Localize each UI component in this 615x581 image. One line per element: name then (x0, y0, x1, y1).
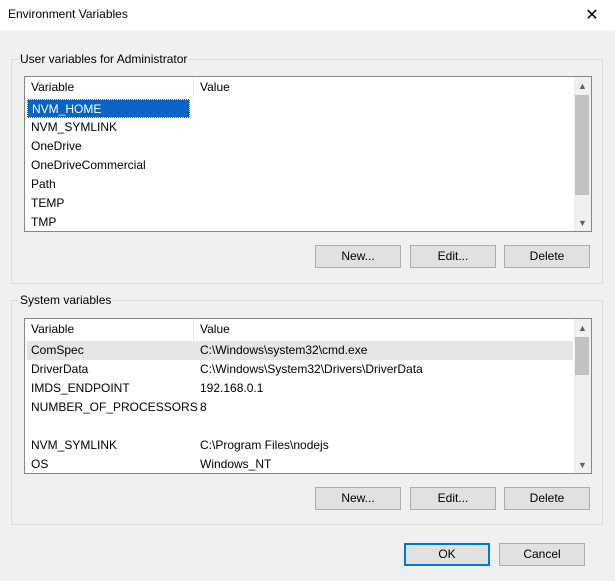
variable-value (196, 417, 573, 436)
list-row-nvm-home[interactable]: NVM_HOME (27, 99, 573, 118)
list-row-imds-endpoint[interactable]: IMDS_ENDPOINT 192.168.0.1 (27, 379, 573, 398)
variable-name: NVM_HOME (27, 99, 190, 118)
list-row-temp[interactable]: TEMP (27, 194, 573, 213)
user-delete-button[interactable]: Delete (504, 245, 590, 268)
column-header-value[interactable]: Value (194, 319, 573, 341)
scroll-up-arrow-icon[interactable]: ▲ (574, 77, 591, 94)
variable-value: Windows_NT (200, 457, 272, 471)
list-row-comspec[interactable]: ComSpec C:\Windows\system32\cmd.exe (27, 341, 573, 360)
list-row-number-of-processors[interactable]: NUMBER_OF_PROCESSORS 8 (27, 398, 573, 417)
column-header-variable[interactable]: Variable (25, 319, 194, 341)
list-row-nvm-symlink[interactable]: NVM_SYMLINK C:\Program Files\nodejs (27, 436, 573, 455)
variable-name: ComSpec (31, 343, 84, 357)
system-list-rows: ComSpec C:\Windows\system32\cmd.exe Driv… (27, 341, 573, 473)
system-list-header: Variable Value (25, 319, 573, 341)
title-bar: Environment Variables ✕ (0, 0, 615, 30)
variable-name (27, 417, 190, 436)
system-edit-button[interactable]: Edit... (410, 487, 496, 510)
user-variables-label: User variables for Administrator (18, 52, 190, 66)
variable-name: NUMBER_OF_PROCESSORS (31, 400, 198, 414)
variable-name: OS (31, 457, 49, 471)
scroll-thumb[interactable] (575, 337, 589, 375)
system-delete-button[interactable]: Delete (504, 487, 590, 510)
scroll-up-arrow-icon[interactable]: ▲ (574, 319, 591, 336)
column-header-variable[interactable]: Variable (25, 77, 194, 99)
variable-name: TMP (31, 215, 57, 229)
window-title: Environment Variables (8, 7, 128, 21)
list-row-driverdata[interactable]: DriverData C:\Windows\System32\Drivers\D… (27, 360, 573, 379)
list-row-path[interactable]: Path (27, 175, 573, 194)
user-new-button[interactable]: New... (315, 245, 401, 268)
system-list-scrollbar[interactable]: ▲ ▼ (574, 319, 591, 473)
list-row-nvm-symlink[interactable]: NVM_SYMLINK (27, 118, 573, 137)
close-icon: ✕ (585, 7, 599, 24)
cancel-button[interactable]: Cancel (499, 543, 585, 566)
variable-value (196, 99, 573, 118)
variable-value: C:\Program Files\nodejs (200, 438, 329, 452)
variable-name: DriverData (31, 362, 89, 376)
list-row-os[interactable]: OS Windows_NT (27, 455, 573, 473)
variable-name: OneDrive (31, 139, 82, 153)
list-row-onedrive[interactable]: OneDrive (27, 137, 573, 156)
variable-value: 8 (200, 400, 207, 414)
variable-name: TEMP (31, 196, 65, 210)
user-list-scrollbar[interactable]: ▲ ▼ (574, 77, 591, 231)
variable-value: C:\Windows\System32\Drivers\DriverData (200, 362, 423, 376)
system-new-button[interactable]: New... (315, 487, 401, 510)
list-row-tmp[interactable]: TMP (27, 213, 573, 231)
scroll-thumb[interactable] (575, 95, 589, 195)
variable-name: IMDS_ENDPOINT (31, 381, 130, 395)
close-button[interactable]: ✕ (569, 0, 615, 30)
user-list-rows: NVM_HOME NVM_SYMLINK OneDrive OneDriveCo… (27, 99, 573, 231)
ok-button[interactable]: OK (404, 543, 490, 566)
user-list-header: Variable Value (25, 77, 573, 99)
variable-value (196, 175, 573, 194)
variable-value (196, 194, 573, 213)
variable-value (196, 156, 573, 175)
variable-name: OneDriveCommercial (31, 158, 146, 172)
variable-value (196, 213, 573, 231)
list-row-blank[interactable] (27, 417, 573, 436)
scroll-down-arrow-icon[interactable]: ▼ (574, 456, 591, 473)
column-header-value[interactable]: Value (194, 77, 573, 99)
list-row-onedrivecommercial[interactable]: OneDriveCommercial (27, 156, 573, 175)
variable-name: NVM_SYMLINK (31, 438, 118, 452)
variable-name: NVM_SYMLINK (31, 120, 118, 134)
scroll-down-arrow-icon[interactable]: ▼ (574, 214, 591, 231)
variable-value (196, 118, 573, 137)
system-variables-label: System variables (18, 293, 114, 307)
system-variables-list[interactable]: Variable Value ComSpec C:\Windows\system… (24, 318, 592, 474)
user-variables-list[interactable]: Variable Value NVM_HOME NVM_SYMLINK OneD… (24, 76, 592, 232)
variable-value: 192.168.0.1 (200, 381, 264, 395)
variable-value (196, 137, 573, 156)
variable-value: C:\Windows\system32\cmd.exe (200, 343, 368, 357)
user-edit-button[interactable]: Edit... (410, 245, 496, 268)
variable-name: Path (31, 177, 56, 191)
